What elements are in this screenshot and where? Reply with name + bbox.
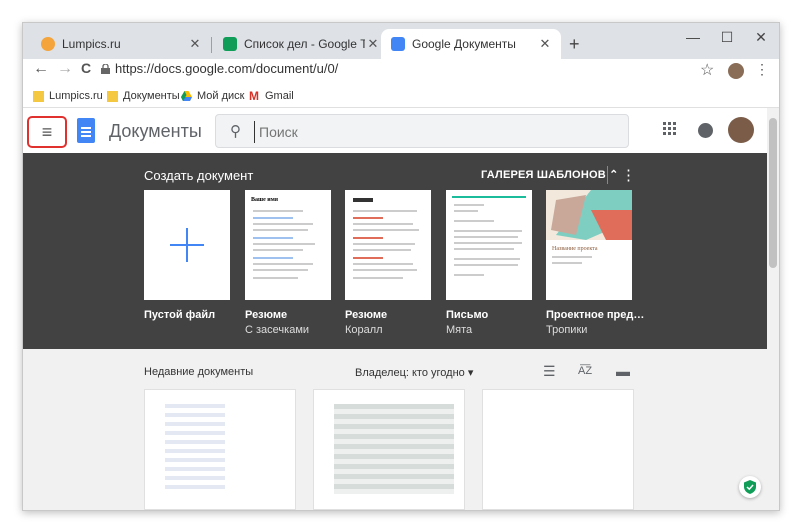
- template-gallery: Создать документ ГАЛЕРЕЯ ШАБЛОНОВ ⌃ ⋮ Пу…: [23, 153, 767, 349]
- bookmark-drive[interactable]: Мой диск: [181, 90, 244, 102]
- tab-strip: Lumpics.ru ✕ Список дел - Google Таблицы…: [23, 23, 779, 59]
- tab-title: Список дел - Google Таблицы: [244, 37, 365, 51]
- sheets-favicon-icon: [223, 37, 237, 51]
- account-avatar[interactable]: [728, 117, 754, 143]
- apps-grid-icon[interactable]: [663, 122, 677, 139]
- search-input[interactable]: [254, 121, 611, 143]
- folder-picker-icon[interactable]: ▬: [616, 363, 630, 379]
- search-box[interactable]: ⚲: [215, 114, 629, 148]
- template-letter-mint[interactable]: [446, 190, 532, 300]
- owner-filter-dropdown[interactable]: Владелец: кто угодно ▾: [355, 366, 473, 379]
- template-resume-coral[interactable]: [345, 190, 431, 300]
- template-resume-serif[interactable]: Ваше имя: [245, 190, 331, 300]
- bookmark-gmail[interactable]: M Gmail: [249, 88, 294, 103]
- thumb-heading: Название проекта: [552, 246, 598, 252]
- drive-icon: [181, 90, 192, 101]
- gallery-more-button[interactable]: ⋮: [621, 166, 636, 184]
- docs-app: ≡ Документы ⚲ Создать документ ГАЛЕРЕЯ Ш…: [23, 108, 767, 510]
- search-icon[interactable]: ⚲: [230, 122, 241, 140]
- template-blank[interactable]: [144, 190, 230, 300]
- template-subtitle: С засечками: [245, 324, 310, 336]
- browser-window: Lumpics.ru ✕ Список дел - Google Таблицы…: [22, 22, 780, 511]
- browser-profile-avatar[interactable]: [728, 63, 744, 79]
- address-bar[interactable]: https://docs.google.com/document/u/0/: [115, 61, 338, 76]
- gallery-title: Создать документ: [144, 168, 254, 183]
- notifications-icon[interactable]: [698, 123, 713, 138]
- close-tab-icon[interactable]: ✕: [537, 36, 553, 52]
- template-subtitle: Коралл: [345, 324, 383, 336]
- forward-button[interactable]: →: [57, 60, 73, 78]
- bookmark-lumpics[interactable]: Lumpics.ru: [33, 90, 103, 102]
- template-name: Резюме: [245, 309, 288, 321]
- template-name: Пустой файл: [144, 309, 216, 321]
- bookmark-label: Gmail: [265, 90, 294, 102]
- recent-documents: Недавние документы Владелец: кто угодно …: [23, 349, 767, 510]
- recent-title: Недавние документы: [144, 366, 254, 378]
- new-tab-button[interactable]: +: [569, 34, 580, 55]
- tab-lumpics[interactable]: Lumpics.ru ✕: [31, 29, 211, 59]
- template-subtitle: Мята: [446, 324, 473, 336]
- blurred-preview: [334, 404, 454, 494]
- plus-icon: [170, 228, 204, 262]
- bookmarks-bar: Lumpics.ru Документы Мой диск M Gmail: [23, 87, 779, 108]
- shield-check-icon: [744, 480, 756, 494]
- template-project-tropic[interactable]: Название проекта: [546, 190, 632, 300]
- minimize-button[interactable]: —: [683, 29, 703, 45]
- bookmark-label: Документы: [123, 90, 180, 102]
- close-tab-icon[interactable]: ✕: [187, 36, 203, 52]
- browser-menu-button[interactable]: ⋮: [755, 61, 769, 78]
- template-name: Проектное пред…: [546, 309, 645, 321]
- scrollbar[interactable]: [767, 108, 779, 510]
- divider: [607, 166, 608, 184]
- template-gallery-button[interactable]: ГАЛЕРЕЯ ШАБЛОНОВ ⌃: [481, 168, 619, 181]
- close-tab-icon[interactable]: ✕: [365, 36, 381, 52]
- document-card[interactable]: [313, 389, 465, 510]
- scrollbar-thumb[interactable]: [769, 118, 777, 268]
- back-button[interactable]: ←: [33, 60, 49, 78]
- gmail-icon: M: [249, 88, 259, 103]
- bookmark-docs[interactable]: Документы: [107, 90, 180, 102]
- tab-title: Lumpics.ru: [62, 37, 121, 51]
- tab-title: Google Документы: [412, 37, 516, 51]
- template-name: Письмо: [446, 309, 489, 321]
- template-name: Резюме: [345, 309, 388, 321]
- close-window-button[interactable]: ✕: [751, 29, 771, 46]
- sort-az-icon[interactable]: A͞Z: [578, 365, 592, 377]
- thumb-heading: Ваше имя: [251, 197, 279, 203]
- docs-favicon-icon: [391, 37, 405, 51]
- bookmark-label: Мой диск: [197, 90, 245, 102]
- list-view-icon[interactable]: ☰: [543, 363, 556, 380]
- bookmark-label: Lumpics.ru: [49, 90, 103, 102]
- main-menu-button[interactable]: ≡: [27, 116, 67, 148]
- template-subtitle: Тропики: [546, 324, 588, 336]
- lumpics-favicon-icon: [41, 37, 55, 51]
- document-card[interactable]: [144, 389, 296, 510]
- tab-divider: [211, 37, 212, 53]
- reload-button[interactable]: C: [81, 60, 91, 76]
- security-shield-button[interactable]: [739, 476, 761, 498]
- folder-icon: [107, 90, 118, 102]
- tropic-graphic: [546, 190, 632, 240]
- blurred-preview: [165, 404, 225, 494]
- bookmark-star-icon[interactable]: ☆: [700, 60, 714, 80]
- docs-logo-icon[interactable]: [77, 118, 95, 143]
- app-header: ≡ Документы ⚲: [23, 108, 767, 154]
- document-card[interactable]: [482, 389, 634, 510]
- tab-sheets[interactable]: Список дел - Google Таблицы ✕: [213, 29, 389, 59]
- hamburger-icon: ≡: [41, 121, 53, 142]
- app-title[interactable]: Документы: [109, 121, 202, 142]
- tab-docs[interactable]: Google Документы ✕: [381, 29, 561, 59]
- lock-icon: [101, 64, 110, 74]
- maximize-button[interactable]: ☐: [717, 29, 737, 46]
- folder-icon: [33, 90, 44, 102]
